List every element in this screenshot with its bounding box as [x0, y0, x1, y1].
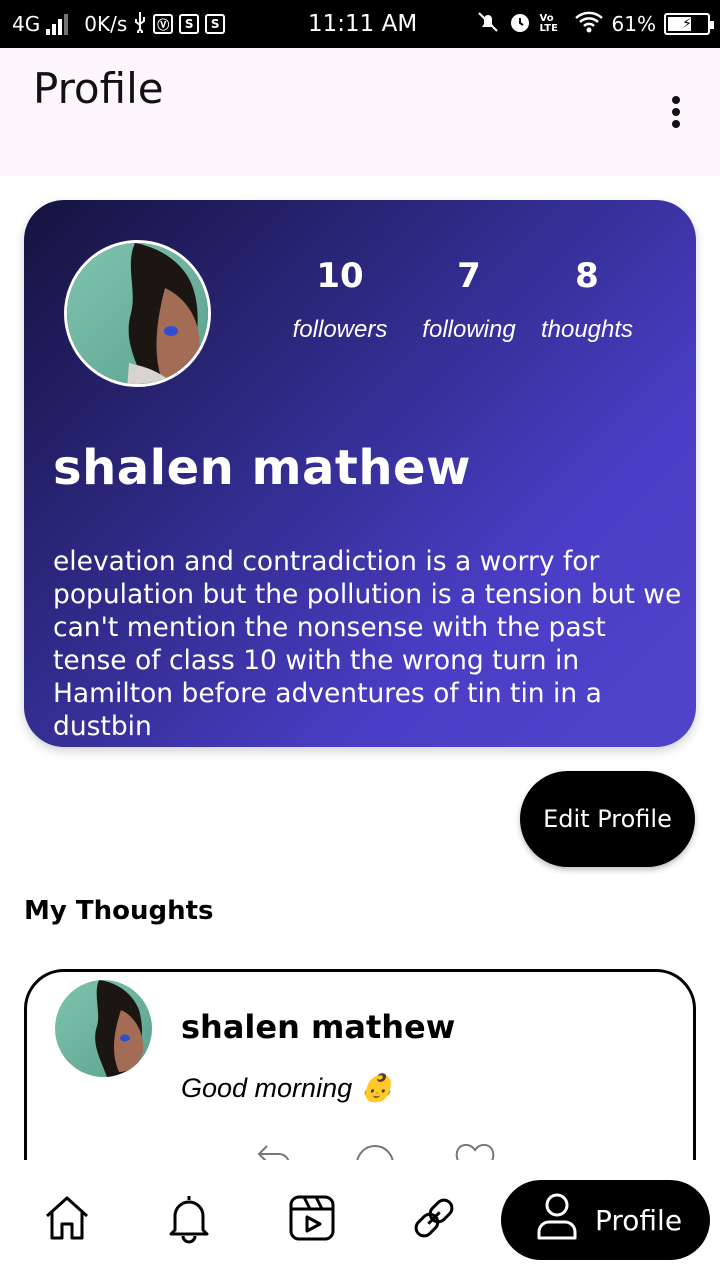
stat-following[interactable]: 7 following [404, 252, 534, 344]
user-icon [535, 1192, 579, 1249]
volte-icon: Vo LTE [539, 13, 558, 34]
home-icon [41, 1192, 93, 1249]
notification-s2-icon: S [205, 14, 226, 34]
status-bar: 4G 0K/s Ⓥ S S 11:11 AM Vo LTE 61% ⚡ [0, 0, 720, 48]
net-speed: 0K/s [84, 12, 128, 36]
page-title: Profile [33, 64, 164, 113]
nav-profile-label: Profile [595, 1203, 683, 1237]
clock: 11:11 AM [308, 11, 418, 37]
nav-links[interactable] [404, 1190, 464, 1250]
following-count: 7 [457, 256, 481, 296]
battery-percent: 61% [611, 12, 656, 36]
usb-icon [133, 11, 147, 38]
avatar[interactable] [64, 240, 211, 387]
battery-icon: ⚡ [664, 13, 714, 35]
thoughts-count: 8 [575, 256, 599, 296]
my-thoughts-heading: My Thoughts [24, 896, 214, 926]
wifi-icon [574, 11, 604, 38]
stat-thoughts[interactable]: 8 thoughts [522, 252, 652, 344]
bell-icon [163, 1192, 215, 1249]
status-left: 4G 0K/s Ⓥ S S [12, 0, 226, 48]
edit-profile-button[interactable]: Edit Profile [520, 771, 695, 867]
video-icon [286, 1192, 338, 1249]
thought-text: Good morning 👶 [181, 1073, 394, 1103]
status-right: Vo LTE 61% ⚡ [476, 0, 714, 48]
profile-bio: elevation and contradiction is a worry f… [53, 546, 682, 742]
bottom-navigation: Profile [0, 1160, 720, 1280]
stat-followers[interactable]: 10 followers [275, 252, 405, 344]
alarm-icon [508, 10, 532, 39]
followers-label: followers [292, 316, 388, 343]
thought-author: shalen mathew [181, 1008, 456, 1046]
app-bar: Profile [0, 48, 720, 176]
profile-card: 10 followers 7 following 8 thoughts shal… [24, 200, 696, 747]
avatar[interactable] [55, 980, 152, 1077]
more-options-icon[interactable] [660, 92, 692, 132]
thoughts-label: thoughts [540, 316, 634, 343]
nav-home[interactable] [37, 1190, 97, 1250]
notification-s-icon: S [179, 14, 200, 34]
profile-name: shalen mathew [53, 440, 471, 496]
following-label: following [422, 316, 516, 343]
notification-app-icon: Ⓥ [153, 14, 174, 34]
signal-icon [46, 13, 69, 35]
mute-icon [476, 10, 500, 39]
nav-profile[interactable]: Profile [501, 1180, 710, 1260]
link-icon [408, 1192, 460, 1249]
network-type: 4G [12, 12, 41, 36]
nav-videos[interactable] [282, 1190, 342, 1250]
followers-count: 10 [316, 256, 364, 296]
nav-notifications[interactable] [159, 1190, 219, 1250]
